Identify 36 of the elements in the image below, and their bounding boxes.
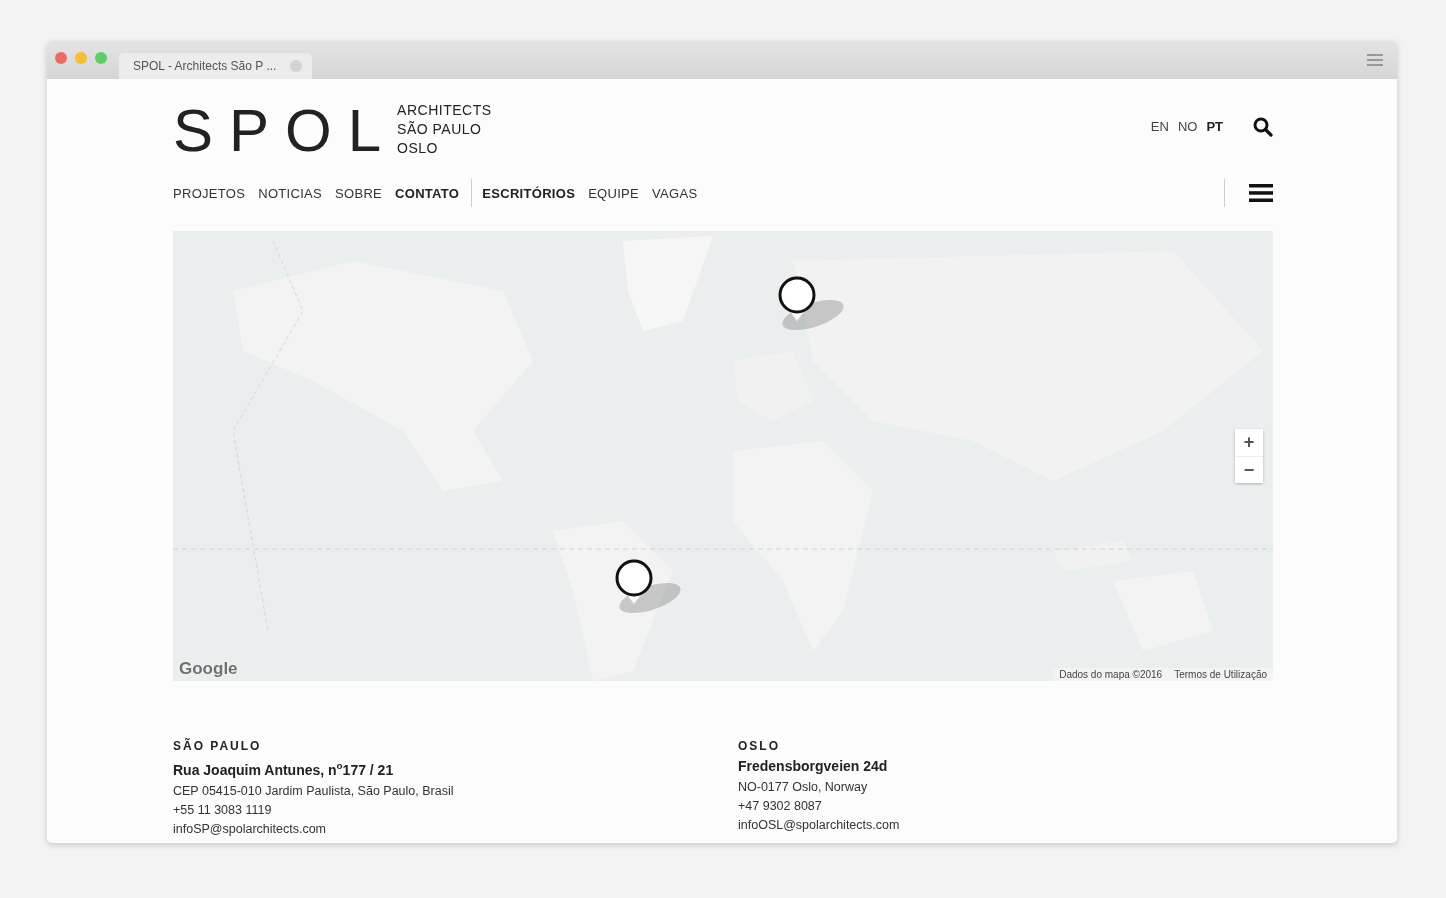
nav-link[interactable]: VAGAS	[652, 185, 698, 201]
office-email[interactable]: infoSP@spolarchitects.com	[173, 819, 738, 839]
office-address: NO-0177 Oslo, Norway	[738, 779, 869, 796]
nav-link[interactable]: SOBRE	[335, 185, 383, 201]
office-city: SÃO PAULO	[173, 738, 263, 754]
nav-link[interactable]: CONTATO	[395, 185, 460, 201]
office-street: Fredensborgveien 24d	[738, 757, 889, 776]
office-city: OSLO	[738, 738, 781, 754]
logo-tagline: OSLO	[397, 139, 439, 158]
office-email[interactable]: infoOSL@spolarchitects.com	[738, 816, 1273, 835]
logo-tagline: ARCHITECTS	[397, 101, 492, 120]
terms-link[interactable]: Termos de Utilização	[1174, 669, 1267, 680]
office-address: CEP 05415-010 Jardim Paulista, São Paulo, Brasil	[173, 782, 455, 800]
nav-link[interactable]: ESCRITÓRIOS	[482, 185, 576, 201]
zoom-out-button[interactable]: −	[1235, 456, 1263, 483]
nav-link[interactable]: PROJETOS	[173, 185, 246, 201]
logo-wordmark[interactable]: SPOL	[173, 103, 398, 159]
window-control-icon[interactable]	[75, 52, 87, 64]
office-phone: +55 11 3083 1119	[173, 801, 273, 819]
nav-link[interactable]: NOTICIAS	[258, 185, 323, 201]
office-street: Rua Joaquim Antunes, n$^{o}$177 / 21	[173, 759, 395, 780]
menu-icon[interactable]	[1249, 183, 1273, 203]
nav-link[interactable]: EQUIPE	[588, 185, 640, 201]
close-icon[interactable]	[290, 60, 303, 72]
window-control-icon[interactable]	[55, 52, 67, 64]
window-control-icon[interactable]	[95, 52, 107, 64]
map-logo: Google	[179, 659, 238, 679]
language-link[interactable]: PT	[1206, 119, 1223, 134]
logo-tagline: SÃO PAULO	[397, 120, 483, 139]
language-link[interactable]: EN	[1150, 119, 1169, 134]
zoom-in-button[interactable]: +	[1235, 429, 1263, 456]
search-icon[interactable]	[1253, 117, 1273, 137]
language-link[interactable]: NO	[1177, 119, 1198, 134]
browser-tab[interactable]: SPOL - Architects São P ...	[119, 53, 313, 79]
office-phone: +47 9302 8087	[738, 798, 823, 815]
map-data-credit: Dados do mapa ©2016	[1059, 669, 1163, 680]
